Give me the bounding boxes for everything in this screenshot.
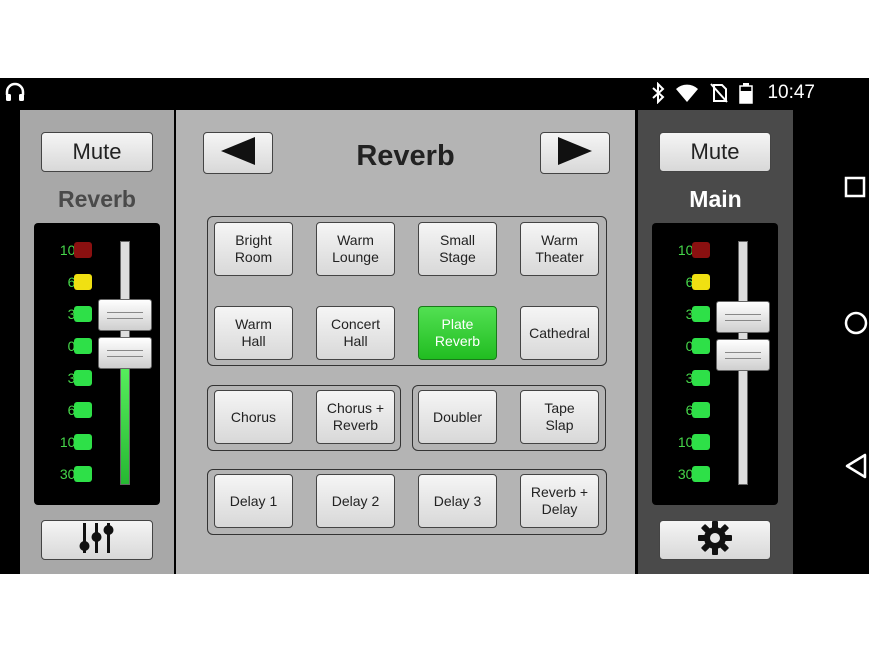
meter-led bbox=[692, 434, 710, 450]
meter-led bbox=[74, 242, 92, 258]
left-level-meter: 10 - 6 - 3 - 0 - 3 - 6 - 10 - 30 - bbox=[34, 223, 160, 505]
preset-doubler[interactable]: Doubler bbox=[418, 390, 497, 444]
preset-chorus[interactable]: Chorus bbox=[214, 390, 293, 444]
sliders-icon bbox=[77, 521, 117, 560]
preset-chorus-reverb[interactable]: Chorus + Reverb bbox=[316, 390, 395, 444]
meter-led bbox=[692, 370, 710, 386]
left-channel-name: Reverb bbox=[58, 186, 136, 212]
bluetooth-icon bbox=[651, 82, 665, 104]
battery-icon bbox=[739, 82, 754, 104]
left-mute-button[interactable]: Mute bbox=[41, 132, 153, 172]
main-mute-button[interactable]: Mute bbox=[659, 132, 771, 172]
meter-led bbox=[74, 306, 92, 322]
preset-delay-3[interactable]: Delay 3 bbox=[418, 474, 497, 528]
doubler-preset-group: Doubler Tape Slap bbox=[412, 385, 606, 451]
status-bar: 10:47 bbox=[0, 78, 869, 108]
meter-led bbox=[692, 402, 710, 418]
send-fader-handle[interactable] bbox=[716, 301, 770, 333]
main-level-meter: 10 - 6 - 3 - 0 - 3 - 6 - 10 - 30 - bbox=[652, 223, 778, 505]
preset-plate-reverb[interactable]: Plate Reverb bbox=[418, 306, 497, 360]
preset-warm-lounge[interactable]: Warm Lounge bbox=[316, 222, 395, 276]
main-channel-name: Main bbox=[689, 186, 742, 212]
settings-button[interactable] bbox=[659, 520, 771, 560]
preset-reverb-delay[interactable]: Reverb + Delay bbox=[520, 474, 599, 528]
recent-apps-icon[interactable] bbox=[844, 176, 866, 203]
preset-delay-2[interactable]: Delay 2 bbox=[316, 474, 395, 528]
meter-led bbox=[74, 402, 92, 418]
effects-panel: Reverb Bright Room Warm Lounge Small Sta… bbox=[176, 110, 635, 574]
back-icon[interactable] bbox=[844, 453, 868, 484]
preset-concert-hall[interactable]: Concert Hall bbox=[316, 306, 395, 360]
meter-led bbox=[74, 434, 92, 450]
main-channel-strip: Mute Main 10 - 6 - 3 - 0 - 3 - 6 - 10 - … bbox=[638, 110, 793, 574]
gear-icon bbox=[697, 520, 733, 561]
level-fader-handle[interactable] bbox=[716, 339, 770, 371]
meter-led bbox=[692, 274, 710, 290]
mixer-settings-button[interactable] bbox=[41, 520, 153, 560]
level-fill bbox=[121, 363, 129, 484]
right-arrow-icon bbox=[556, 136, 594, 171]
home-icon[interactable] bbox=[844, 311, 868, 340]
meter-led bbox=[74, 338, 92, 354]
meter-led bbox=[692, 306, 710, 322]
chorus-preset-group: Chorus Chorus + Reverb bbox=[207, 385, 401, 451]
headphones-icon bbox=[4, 81, 26, 103]
clock: 10:47 bbox=[767, 82, 815, 103]
preset-warm-hall[interactable]: Warm Hall bbox=[214, 306, 293, 360]
preset-bright-room[interactable]: Bright Room bbox=[214, 222, 293, 276]
meter-led bbox=[692, 338, 710, 354]
meter-led bbox=[692, 466, 710, 482]
preset-small-stage[interactable]: Small Stage bbox=[418, 222, 497, 276]
next-effect-button[interactable] bbox=[540, 132, 610, 174]
meter-led bbox=[74, 370, 92, 386]
preset-cathedral[interactable]: Cathedral bbox=[520, 306, 599, 360]
preset-tape-slap[interactable]: Tape Slap bbox=[520, 390, 599, 444]
left-channel-strip: Mute Reverb 10 - 6 - 3 - 0 - 3 - 6 - 10 … bbox=[20, 110, 174, 574]
app-screen: 10:47 Mute Reverb 10 - 6 - 3 - 0 - 3 - 6… bbox=[0, 78, 869, 574]
reverb-preset-group: Bright Room Warm Lounge Small Stage Warm… bbox=[207, 216, 607, 366]
meter-led bbox=[692, 242, 710, 258]
no-sim-icon bbox=[709, 82, 729, 104]
preset-delay-1[interactable]: Delay 1 bbox=[214, 474, 293, 528]
send-fader-handle[interactable] bbox=[98, 299, 152, 331]
wifi-icon bbox=[675, 83, 699, 103]
system-navigation-bar bbox=[800, 108, 869, 574]
meter-led bbox=[74, 466, 92, 482]
meter-led bbox=[74, 274, 92, 290]
preset-warm-theater[interactable]: Warm Theater bbox=[520, 222, 599, 276]
level-fader-handle[interactable] bbox=[98, 337, 152, 369]
delay-preset-group: Delay 1 Delay 2 Delay 3 Reverb + Delay bbox=[207, 469, 607, 535]
